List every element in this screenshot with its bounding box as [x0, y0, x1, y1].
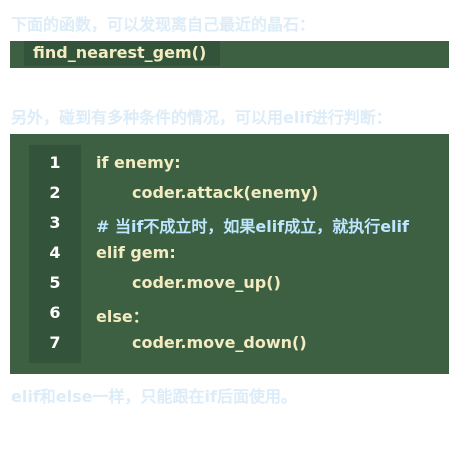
line-number: 1: [49, 153, 61, 172]
code-comment: # 当if不成立时，如果elif成立，就执行elif: [96, 217, 409, 236]
code-text: coder.attack(enemy): [132, 183, 319, 202]
footer-note: elif和else一样，只能跟在if后面使用。: [11, 387, 297, 406]
code-line: 3 # 当if不成立时，如果elif成立，就执行elif: [10, 209, 449, 239]
code-line: 1 if enemy:: [10, 149, 449, 179]
code-text: if enemy:: [96, 153, 181, 172]
code-text: coder.move_up(): [132, 273, 281, 292]
code-text: coder.move_down(): [132, 333, 307, 352]
line-number: 5: [49, 273, 61, 292]
code-line: 7 coder.move_down(): [10, 329, 449, 359]
else-intro-text: 另外，碰到有多种条件的情况，可以用elif进行判断：: [11, 108, 392, 127]
code-block: 1 if enemy: 2 coder.attack(enemy) 3 # 当i…: [10, 134, 449, 374]
inline-code-block: find_nearest_gem(): [10, 41, 449, 68]
line-number: 2: [49, 183, 61, 202]
code-line: 4 elif gem:: [10, 239, 449, 269]
line-number: 4: [49, 243, 61, 262]
inline-code-text: find_nearest_gem(): [33, 43, 207, 62]
line-number: 6: [49, 303, 61, 322]
line-number: 3: [49, 213, 61, 232]
code-line: 2 coder.attack(enemy): [10, 179, 449, 209]
code-line: 5 coder.move_up(): [10, 269, 449, 299]
line-number: 7: [49, 333, 61, 352]
code-text: else：: [96, 307, 149, 326]
intro-text: 下面的函数，可以发现离自己最近的晶石：: [11, 15, 316, 34]
code-line: 6 else：: [10, 299, 449, 329]
code-text: elif gem:: [96, 243, 176, 262]
